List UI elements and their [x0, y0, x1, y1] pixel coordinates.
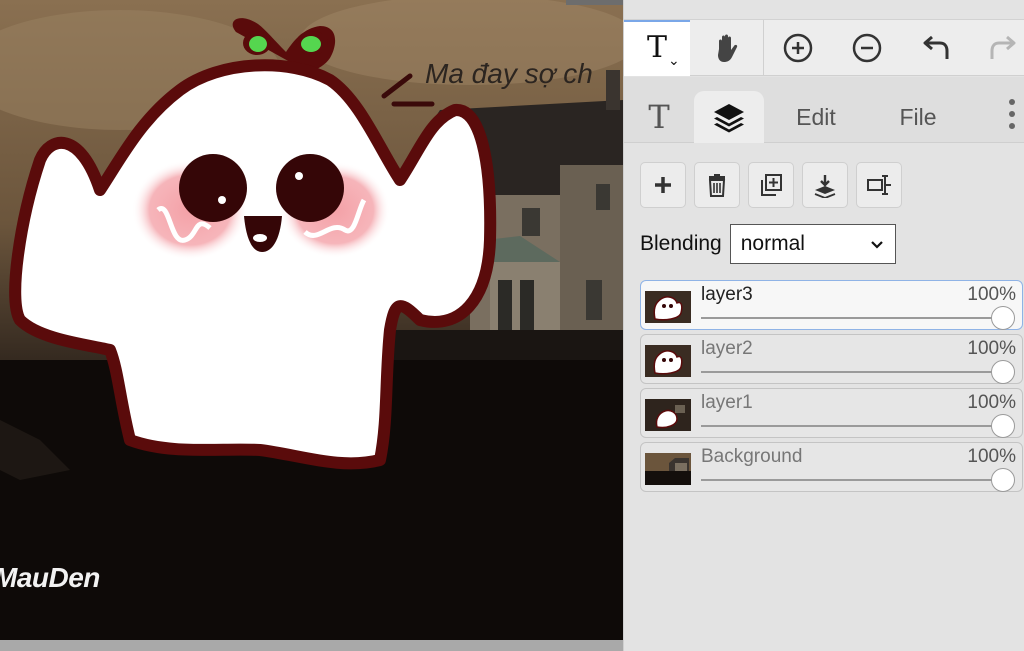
layers-icon [714, 104, 744, 133]
opacity-slider-handle[interactable] [991, 306, 1015, 330]
redo-button[interactable] [969, 20, 1024, 76]
blending-mode-select[interactable]: normal [729, 224, 896, 264]
chevron-down-icon [870, 241, 883, 249]
scrollbar-thumb[interactable] [0, 640, 623, 651]
blending-label: Blending [640, 232, 722, 255]
opacity-slider-track[interactable] [701, 425, 1001, 427]
blending-mode-value: normal [740, 232, 805, 255]
tab-file[interactable]: File [876, 91, 960, 143]
chevron-down-icon: ⌄ [668, 52, 680, 68]
drawing-canvas[interactable]: Ma đay sợ ch MauDen [0, 0, 623, 640]
zoom-out-icon [852, 33, 882, 63]
text-tool-button[interactable]: T ⌄ [624, 20, 690, 76]
layer-thumbnail [645, 399, 691, 431]
layer-thumbnail [645, 453, 691, 485]
opacity-slider-handle[interactable] [991, 414, 1015, 438]
layer-opacity: 100% [967, 446, 1016, 467]
toolbar-separator [763, 20, 764, 76]
layer-name: Background [701, 446, 803, 467]
tool-toolbar: T ⌄ [624, 20, 1024, 76]
panel-top-bar [624, 0, 1024, 20]
canvas-top-strip [566, 0, 623, 5]
layer-item-layer2[interactable]: layer2 100% [640, 334, 1023, 384]
add-layer-icon [655, 177, 671, 193]
hand-tool-button[interactable] [694, 20, 760, 76]
redo-icon [990, 35, 1016, 59]
opacity-slider-handle[interactable] [991, 360, 1015, 384]
opacity-slider-handle[interactable] [991, 468, 1015, 492]
layer-opacity: 100% [967, 284, 1016, 305]
tab-text[interactable]: T [624, 91, 694, 143]
opacity-slider-track[interactable] [701, 317, 1001, 319]
zoom-out-button[interactable] [834, 20, 900, 76]
more-vertical-icon[interactable] [1007, 99, 1017, 135]
layer-opacity: 100% [967, 338, 1016, 359]
text-icon: T [646, 29, 667, 65]
layer-item-layer3[interactable]: layer3 100% [640, 280, 1023, 330]
tab-edit[interactable]: Edit [774, 91, 858, 143]
layer-name: layer3 [701, 284, 753, 305]
merge-down-icon [814, 175, 836, 198]
undo-icon [923, 35, 949, 59]
layer-thumbnail [645, 291, 691, 323]
opacity-slider-track[interactable] [701, 479, 1001, 481]
zoom-in-button[interactable] [765, 20, 831, 76]
delete-layer-icon [708, 174, 726, 197]
undo-button[interactable] [904, 20, 970, 76]
layer-name: layer2 [701, 338, 753, 359]
blending-control: Blending normal [640, 224, 896, 264]
duplicate-layer-button[interactable] [748, 162, 794, 208]
zoom-in-icon [783, 33, 813, 63]
canvas-watermark-text: MauDen [0, 562, 100, 593]
layer-item-background[interactable]: Background 100% [640, 442, 1023, 492]
layer-thumbnail [645, 345, 691, 377]
delete-layer-button[interactable] [694, 162, 740, 208]
text-icon: T [648, 98, 670, 136]
add-layer-button[interactable] [640, 162, 686, 208]
rename-layer-button[interactable] [856, 162, 902, 208]
layer-item-layer1[interactable]: layer1 100% [640, 388, 1023, 438]
canvas-caption-text: Ma đay sợ ch [425, 58, 593, 89]
panel-tabs: T Edit File [624, 77, 1024, 143]
canvas-horizontal-scrollbar[interactable] [0, 640, 623, 651]
tab-layers[interactable] [694, 91, 764, 143]
merge-down-button[interactable] [802, 162, 848, 208]
hand-icon [718, 34, 738, 62]
layer-opacity: 100% [967, 392, 1016, 413]
opacity-slider-track[interactable] [701, 371, 1001, 373]
side-panel: T ⌄ T Edit File Blending normal layer3 1… [623, 0, 1024, 651]
duplicate-layer-icon [761, 174, 782, 196]
canvas-artwork [0, 0, 623, 640]
rename-layer-icon [867, 175, 891, 195]
layer-name: layer1 [701, 392, 753, 413]
